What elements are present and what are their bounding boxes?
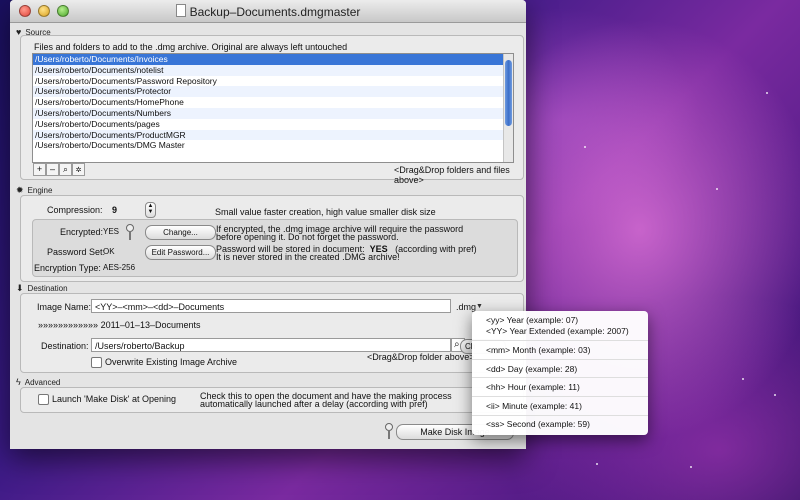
scroll-thumb[interactable] [505, 60, 512, 126]
menu-separator [472, 359, 648, 360]
list-item[interactable]: /Users/roberto/Documents/Numbers [33, 107, 513, 119]
wallpaper-star [766, 92, 768, 94]
list-item[interactable]: /Users/roberto/Documents/Protector [33, 86, 513, 98]
menu-item-year-extended[interactable]: <YY> Year Extended (example: 2007) [486, 326, 629, 336]
wallpaper-star [742, 378, 744, 380]
advanced-section-title: ϟ Advanced [16, 377, 60, 387]
menu-separator [472, 396, 648, 397]
encrypted-label: Encrypted: [60, 227, 104, 237]
window-title: Backup–Documents.dmgmaster [10, 4, 526, 19]
encrypted-value: YES [103, 227, 120, 236]
overwrite-label: Overwrite Existing Image Archive [105, 357, 238, 367]
reveal-item-button[interactable]: ⌕ [59, 163, 72, 176]
compression-stepper[interactable]: ▲ ▼ [145, 202, 156, 218]
wallpaper-star [584, 146, 586, 148]
magnifier-icon: ⌕ [62, 164, 69, 174]
encryption-type-label: Encryption Type: [34, 263, 101, 273]
menu-separator [472, 415, 648, 416]
destination-label: Destination: [41, 341, 89, 351]
lightning-icon: ϟ [16, 377, 21, 387]
wallpaper-star [690, 466, 692, 468]
item-options-button[interactable]: ✲ [72, 163, 85, 176]
source-list-scrollbar[interactable] [503, 54, 513, 162]
title-bar[interactable]: Backup–Documents.dmgmaster [10, 0, 526, 23]
extension-label: .dmg [456, 302, 477, 312]
chevron-down-icon: ▼ [476, 303, 483, 310]
overwrite-checkbox[interactable] [91, 357, 102, 368]
advanced-title-text: Advanced [24, 378, 61, 387]
image-name-field[interactable]: <YY>–<mm>–<dd>–Documents [91, 299, 451, 313]
engine-title-text: Engine [27, 186, 53, 195]
source-drag-hint: <Drag&Drop folders and files above> [394, 165, 510, 185]
menu-item-day[interactable]: <dd> Day (example: 28) [486, 364, 577, 374]
image-name-preview: »»»»»»»»»»»» 2011–01–13–Documents [38, 320, 201, 330]
key-icon [385, 423, 393, 439]
down-arrow-icon: ⬇ [16, 283, 24, 293]
menu-item-year[interactable]: <yy> Year (example: 07) [486, 315, 578, 325]
date-token-menu: <yy> Year (example: 07) <YY> Year Extend… [472, 311, 648, 435]
list-item[interactable]: /Users/roberto/Documents/pages [33, 119, 513, 130]
add-item-button[interactable]: + [33, 163, 46, 176]
menu-item-hour[interactable]: <hh> Hour (example: 11) [486, 382, 580, 392]
destination-path-field[interactable]: /Users/roberto/Backup [91, 338, 451, 352]
list-item[interactable]: /Users/roberto/Documents/notelist [33, 64, 513, 76]
source-file-list[interactable]: /Users/roberto/Documents/Invoices/Users/… [32, 53, 514, 163]
wallpaper-star [716, 188, 718, 190]
encryption-type-value: AES-256 [103, 263, 136, 272]
list-item-empty [33, 151, 513, 162]
source-hint: Files and folders to add to the .dmg arc… [34, 42, 348, 52]
menu-item-second[interactable]: <ss> Second (example: 59) [486, 419, 590, 429]
menu-item-minute[interactable]: <ii> Minute (example: 41) [486, 401, 582, 411]
list-item[interactable]: /Users/roberto/Documents/DMG Master [33, 140, 513, 151]
list-item[interactable]: /Users/roberto/Documents/HomePhone [33, 97, 513, 108]
advanced-hint-line2: automatically launched after a delay (ac… [200, 399, 428, 409]
password-hint-line2: It is never stored in the created .DMG a… [216, 252, 400, 262]
magnifier-icon: ⌕ [454, 339, 460, 350]
token-popup-button[interactable]: ▼ [476, 303, 483, 310]
encrypted-hint-line2: before opening it. Do not forget the pas… [216, 232, 399, 242]
compression-value: 9 [112, 205, 118, 215]
password-pref-note: (according with pref) [395, 244, 477, 254]
launch-make-disk-label: Launch 'Make Disk' at Opening [52, 394, 177, 404]
edit-password-button[interactable]: Edit Password... [145, 245, 216, 260]
remove-item-button[interactable]: – [46, 163, 59, 176]
wallpaper-star [774, 394, 776, 396]
menu-separator [472, 340, 648, 341]
action-icon: ✲ [75, 167, 82, 174]
list-item[interactable]: /Users/roberto/Documents/Password Reposi… [33, 76, 513, 87]
launch-make-disk-checkbox[interactable] [38, 394, 49, 405]
compression-label: Compression: [47, 205, 103, 215]
list-item[interactable]: /Users/roberto/Documents/ProductMGR [33, 129, 513, 141]
app-window: Backup–Documents.dmgmaster ♥ Source Files… [10, 0, 526, 449]
destination-title-text: Destination [27, 284, 68, 293]
menu-separator [472, 377, 648, 378]
change-encryption-button[interactable]: Change... [145, 225, 216, 240]
image-name-label: Image Name: [37, 302, 92, 312]
window-title-text: Backup–Documents.dmgmaster [189, 5, 361, 19]
password-set-label: Password Set: [47, 247, 106, 257]
gear-icon: ✹ [16, 185, 24, 195]
list-item[interactable]: /Users/roberto/Documents/Invoices [33, 54, 513, 65]
password-set-value: OK [103, 247, 115, 256]
document-icon [175, 4, 186, 17]
compression-hint: Small value faster creation, high value … [215, 207, 436, 217]
key-icon [126, 224, 134, 240]
menu-item-month[interactable]: <mm> Month (example: 03) [486, 345, 590, 355]
wallpaper-star [596, 463, 598, 465]
destination-drag-hint: <Drag&Drop folder above> [367, 352, 475, 362]
